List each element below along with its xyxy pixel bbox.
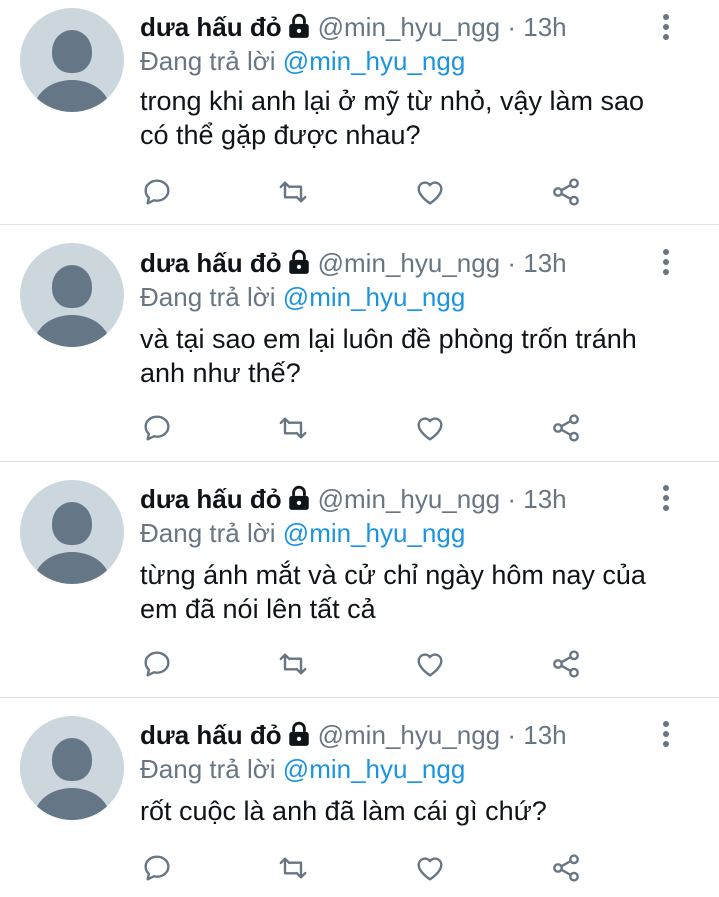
user-handle[interactable]: @min_hyu_ngg <box>318 720 501 750</box>
tweet-header: dưa hấu đỏ @min_hyu_ngg · 13h <box>140 718 567 755</box>
action-bar <box>0 172 719 212</box>
avatar[interactable] <box>20 480 124 584</box>
timestamp[interactable]: 13h <box>523 12 566 42</box>
replying-to-label: Đang trả lời <box>140 754 276 784</box>
replying-to: Đang trả lời @min_hyu_ngg <box>140 44 465 78</box>
retweet-icon[interactable] <box>273 172 313 212</box>
lock-icon <box>286 721 312 755</box>
tweet[interactable]: dưa hấu đỏ @min_hyu_ngg · 13h Đang trả lờ… <box>0 462 719 698</box>
display-name[interactable]: dưa hấu đỏ <box>140 248 282 278</box>
user-handle[interactable]: @min_hyu_ngg <box>318 12 501 42</box>
more-vertical-icon[interactable] <box>656 12 676 42</box>
timestamp[interactable]: 13h <box>523 484 566 514</box>
tweet-header: dưa hấu đỏ @min_hyu_ngg · 13h <box>140 246 567 283</box>
replying-to-label: Đang trả lời <box>140 518 276 548</box>
tweet-header: dưa hấu đỏ @min_hyu_ngg · 13h <box>140 482 567 519</box>
avatar[interactable] <box>20 243 124 347</box>
action-bar <box>0 644 719 684</box>
heart-icon[interactable] <box>410 408 450 448</box>
replying-to-handle[interactable]: @min_hyu_ngg <box>283 518 466 548</box>
display-name[interactable]: dưa hấu đỏ <box>140 484 282 514</box>
replying-to: Đang trả lời @min_hyu_ngg <box>140 516 465 550</box>
reply-icon[interactable] <box>137 644 177 684</box>
replying-to: Đang trả lời @min_hyu_ngg <box>140 752 465 786</box>
tweet[interactable]: dưa hấu đỏ @min_hyu_ngg · 13h Đang trả lờ… <box>0 225 719 462</box>
replying-to: Đang trả lời @min_hyu_ngg <box>140 280 465 314</box>
heart-icon[interactable] <box>410 172 450 212</box>
replying-to-handle[interactable]: @min_hyu_ngg <box>283 282 466 312</box>
action-bar <box>0 408 719 448</box>
share-icon[interactable] <box>546 848 586 888</box>
user-handle[interactable]: @min_hyu_ngg <box>318 484 501 514</box>
user-handle[interactable]: @min_hyu_ngg <box>318 248 501 278</box>
reply-icon[interactable] <box>137 408 177 448</box>
separator-dot: · <box>507 248 517 278</box>
replying-to-handle[interactable]: @min_hyu_ngg <box>283 754 466 784</box>
more-vertical-icon[interactable] <box>656 483 676 513</box>
replying-to-label: Đang trả lời <box>140 282 276 312</box>
separator-dot: · <box>507 484 517 514</box>
action-bar <box>0 848 719 888</box>
tweet-text: và tại sao em lại luôn đề phòng trốn trá… <box>140 324 637 388</box>
more-vertical-icon[interactable] <box>656 247 676 277</box>
display-name[interactable]: dưa hấu đỏ <box>140 720 282 750</box>
avatar[interactable] <box>20 8 124 112</box>
tweet[interactable]: dưa hấu đỏ @min_hyu_ngg · 13h Đang trả lờ… <box>0 0 719 225</box>
share-icon[interactable] <box>546 408 586 448</box>
reply-icon[interactable] <box>137 172 177 212</box>
tweet-text: từng ánh mắt và cử chỉ ngày hôm nay của … <box>140 560 646 624</box>
retweet-icon[interactable] <box>273 644 313 684</box>
share-icon[interactable] <box>546 172 586 212</box>
timestamp[interactable]: 13h <box>523 248 566 278</box>
avatar[interactable] <box>20 716 124 820</box>
reply-icon[interactable] <box>137 848 177 888</box>
separator-dot: · <box>507 720 517 750</box>
display-name[interactable]: dưa hấu đỏ <box>140 12 282 42</box>
tweet-header: dưa hấu đỏ @min_hyu_ngg · 13h <box>140 10 567 47</box>
retweet-icon[interactable] <box>273 408 313 448</box>
separator-dot: · <box>507 12 517 42</box>
lock-icon <box>286 13 312 47</box>
tweet-text: trong khi anh lại ở mỹ từ nhỏ, vậy làm s… <box>140 86 645 150</box>
tweet-text: rốt cuộc là anh đã làm cái gì chứ? <box>140 796 547 826</box>
replying-to-handle[interactable]: @min_hyu_ngg <box>283 46 466 76</box>
replying-to-label: Đang trả lời <box>140 46 276 76</box>
lock-icon <box>286 249 312 283</box>
heart-icon[interactable] <box>410 848 450 888</box>
tweet[interactable]: dưa hấu đỏ @min_hyu_ngg · 13h Đang trả lờ… <box>0 698 719 897</box>
heart-icon[interactable] <box>410 644 450 684</box>
more-vertical-icon[interactable] <box>656 719 676 749</box>
share-icon[interactable] <box>546 644 586 684</box>
retweet-icon[interactable] <box>273 848 313 888</box>
timestamp[interactable]: 13h <box>523 720 566 750</box>
lock-icon <box>286 485 312 519</box>
